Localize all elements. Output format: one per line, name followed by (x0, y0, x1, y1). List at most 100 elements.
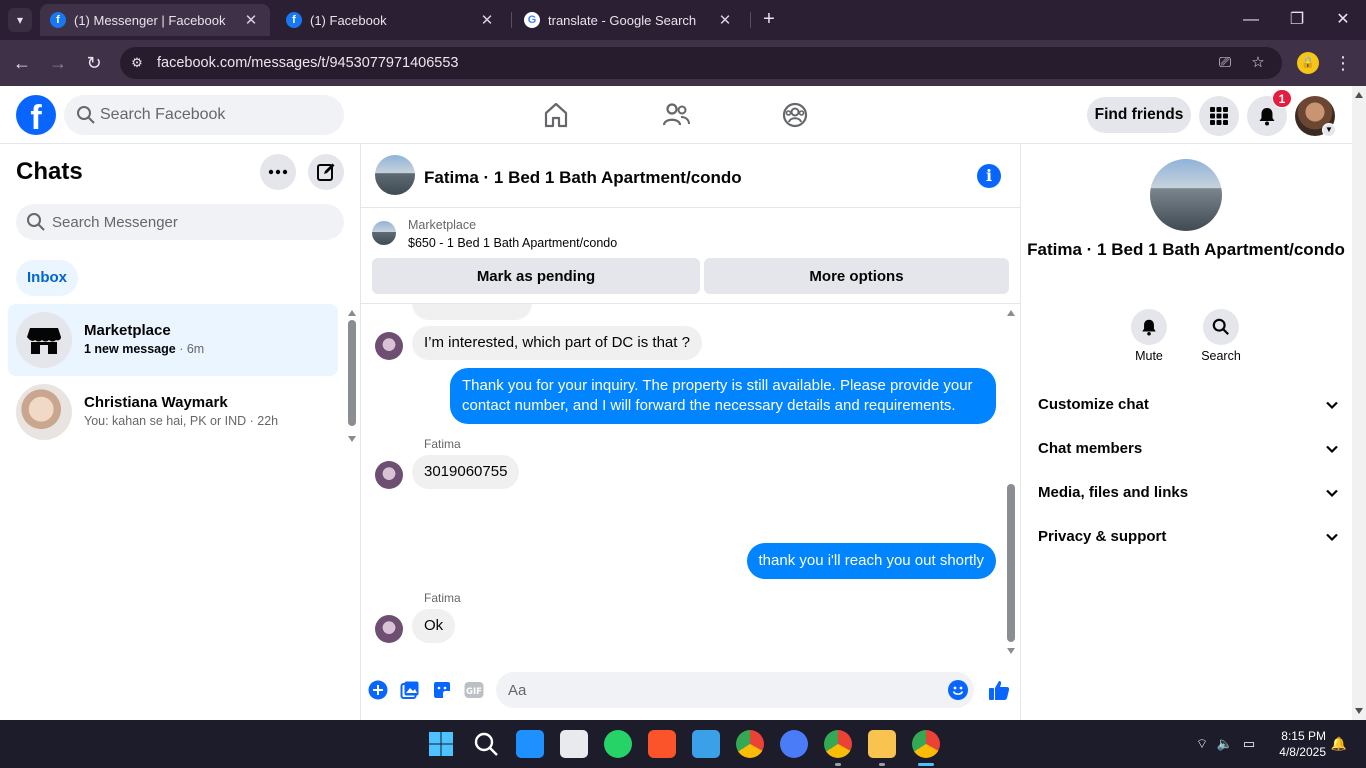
customize-chat-section[interactable]: Customize chat (1030, 383, 1342, 427)
chat-item-marketplace[interactable]: Marketplace 1 new message · 6m (8, 304, 338, 376)
url-text: facebook.com/messages/t/9453077971406553 (157, 55, 459, 71)
install-app-icon[interactable]: ⎚ (1215, 53, 1235, 73)
photo-icon[interactable] (400, 680, 420, 700)
search-label: Search (1201, 349, 1241, 363)
inbox-filter-tab[interactable]: Inbox (16, 260, 78, 296)
close-icon[interactable]: ✕ (242, 11, 260, 29)
more-options-button[interactable]: More options (704, 258, 1009, 294)
minimize-button[interactable]: — (1236, 8, 1266, 32)
profile-icon[interactable]: 🔒 (1297, 52, 1319, 74)
chat-options-button[interactable] (260, 154, 296, 190)
whatsapp-icon[interactable] (604, 730, 632, 758)
groups-icon[interactable] (780, 100, 810, 130)
emoji-icon[interactable] (948, 680, 968, 700)
mute-button[interactable] (1131, 309, 1167, 345)
notepad-icon[interactable] (516, 730, 544, 758)
scroll-thumb[interactable] (1007, 484, 1015, 642)
scroll-up-arrow[interactable] (1355, 92, 1363, 98)
new-message-button[interactable] (308, 154, 344, 190)
home-icon[interactable] (541, 100, 571, 130)
chat-info-avatar[interactable] (1150, 159, 1222, 231)
windows-start-icon[interactable] (427, 730, 455, 758)
file-explorer-icon[interactable] (868, 730, 896, 758)
scroll-thumb[interactable] (348, 320, 356, 426)
page-scrollbar[interactable] (1352, 86, 1366, 720)
conversation-title[interactable]: Fatima · 1 Bed 1 Bath Apartment/condo (424, 168, 742, 188)
chats-scrollbar[interactable] (348, 310, 356, 442)
browser-menu-icon[interactable]: ⋮ (1333, 51, 1353, 75)
snipping-tool-icon[interactable] (560, 730, 588, 758)
chat-members-section[interactable]: Chat members (1030, 427, 1342, 471)
taskbar-search-icon[interactable] (472, 730, 500, 758)
scroll-down-arrow[interactable] (348, 436, 356, 442)
back-button[interactable]: ← (8, 49, 36, 77)
new-tab-button[interactable]: + (758, 8, 780, 32)
privacy-support-section[interactable]: Privacy & support (1030, 515, 1342, 559)
listing-thumbnail[interactable] (372, 221, 396, 245)
conversation-avatar[interactable] (375, 155, 415, 195)
scroll-up-arrow[interactable] (1007, 310, 1015, 316)
brave-icon[interactable] (648, 730, 676, 758)
close-icon[interactable]: ✕ (716, 11, 734, 29)
facebook-search[interactable] (64, 95, 344, 135)
marketplace-label: Marketplace (408, 218, 477, 232)
bookmark-star-icon[interactable]: ☆ (1248, 53, 1268, 73)
messenger-search[interactable] (16, 204, 344, 240)
media-files-links-section[interactable]: Media, files and links (1030, 471, 1342, 515)
site-info-icon[interactable]: ⚙ (128, 54, 146, 72)
chrome-active-icon[interactable] (912, 730, 940, 758)
message-bubble-outgoing: Thank you for your inquiry. The property… (450, 368, 996, 424)
tab-google-search[interactable]: G translate - Google Search ✕ (514, 4, 744, 36)
plus-circle-icon[interactable] (368, 680, 388, 700)
bell-icon (1142, 319, 1156, 336)
tab-messenger[interactable]: f (1) Messenger | Facebook ✕ (40, 4, 270, 36)
mark-as-pending-button[interactable]: Mark as pending (372, 258, 700, 294)
friends-icon[interactable] (661, 100, 691, 130)
search-in-conversation-button[interactable] (1203, 309, 1239, 345)
listing-title[interactable]: $650 - 1 Bed 1 Bath Apartment/condo (408, 236, 617, 250)
chrome-icon[interactable] (736, 730, 764, 758)
chevron-down-icon[interactable]: ▼ (1322, 123, 1336, 137)
reload-button[interactable]: ↻ (80, 49, 108, 77)
message-bubble-incoming: Ok (412, 609, 456, 643)
messenger-search-input[interactable] (52, 204, 332, 240)
chevron-down-icon (1326, 489, 1338, 498)
thumbs-up-icon[interactable] (988, 679, 1010, 701)
close-icon[interactable]: ✕ (478, 11, 496, 29)
chat-item-christiana[interactable]: Christiana Waymark You: kahan se hai, PK… (8, 376, 338, 448)
sender-avatar (375, 615, 403, 643)
scroll-down-arrow[interactable] (1355, 708, 1363, 714)
chat-preview: You: kahan se hai, PK or IND · 22h (84, 414, 279, 428)
tab-search-icon[interactable]: ▾ (8, 8, 32, 32)
system-clock[interactable]: 8:15 PM 4/8/2025 (1262, 728, 1326, 760)
gif-icon[interactable]: GIF (464, 680, 484, 700)
info-icon[interactable]: i (977, 164, 1001, 188)
find-friends-button[interactable]: Find friends (1087, 97, 1191, 133)
volume-icon[interactable]: 🔈 (1216, 736, 1234, 752)
clock-time: 8:15 PM (1281, 729, 1326, 743)
message-input[interactable] (508, 672, 938, 708)
wifi-icon[interactable]: ⌔ (1193, 736, 1211, 752)
notification-bell-icon[interactable]: 🔔 (1330, 736, 1348, 752)
sync-app-icon[interactable] (780, 730, 808, 758)
forward-button[interactable]: → (44, 49, 72, 77)
desktop-icon[interactable] (692, 730, 720, 758)
message-input-box[interactable] (496, 672, 974, 708)
search-icon (1212, 318, 1229, 335)
sticker-icon[interactable] (432, 680, 452, 700)
scroll-up-arrow[interactable] (348, 310, 356, 316)
conversation-scrollbar[interactable] (1006, 310, 1016, 660)
facebook-logo-icon[interactable]: f (16, 95, 56, 135)
chat-name: Christiana Waymark (84, 394, 228, 411)
chrome-profile-icon[interactable] (824, 730, 852, 758)
window-close-button[interactable]: ✕ (1328, 8, 1358, 32)
address-bar[interactable]: ⚙ facebook.com/messages/t/94530779714065… (120, 47, 1282, 79)
section-label: Chat members (1038, 440, 1143, 457)
maximize-button[interactable]: ❐ (1282, 8, 1312, 32)
tab-title: (1) Messenger | Facebook (74, 12, 226, 28)
tab-facebook[interactable]: f (1) Facebook ✕ (276, 4, 506, 36)
battery-icon[interactable]: ▭ (1240, 736, 1258, 752)
facebook-search-input[interactable] (100, 95, 336, 135)
menu-button[interactable] (1199, 96, 1239, 136)
scroll-down-arrow[interactable] (1007, 648, 1015, 654)
